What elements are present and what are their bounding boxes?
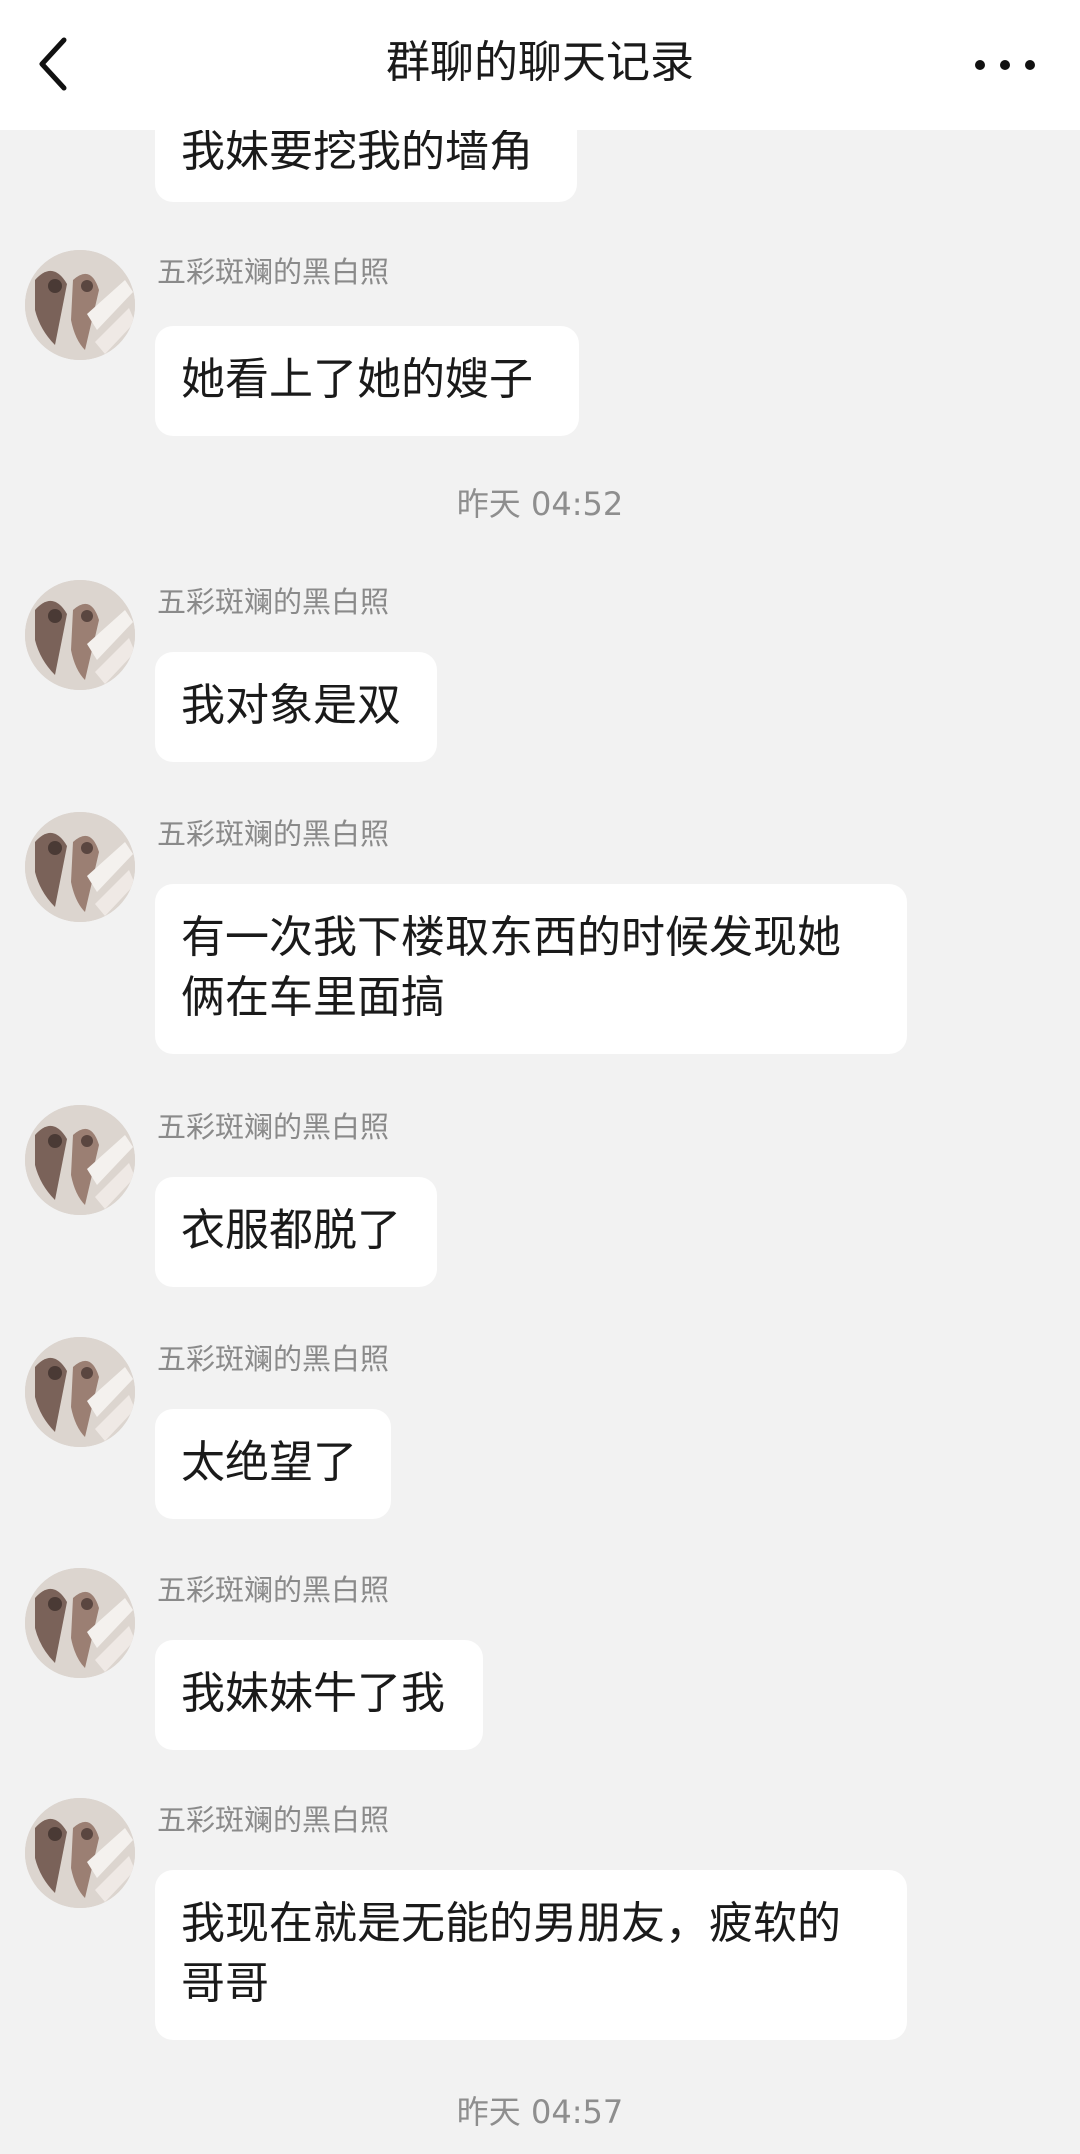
message-bubble[interactable]: 太绝望了	[155, 1409, 391, 1519]
message-bubble[interactable]: 有一次我下楼取东西的时候发现她俩在车里面搞	[155, 884, 907, 1054]
message-text: 我妹妹牛了我	[181, 1668, 445, 1719]
message-text: 有一次我下楼取东西的时候发现她俩在车里面搞	[181, 912, 841, 1023]
more-button[interactable]	[970, 45, 1040, 85]
avatar[interactable]	[25, 812, 135, 922]
avatar[interactable]	[25, 580, 135, 690]
message-text: 我现在就是无能的男朋友，疲软的哥哥	[181, 1898, 841, 2009]
message-text: 太绝望了	[181, 1437, 357, 1488]
message-bubble[interactable]: 她看上了她的嫂子	[155, 326, 579, 436]
timestamp: 昨天 04:57	[456, 2093, 624, 2131]
chat-message-list[interactable]: 我妹要挖我的墙角 五彩斑斓的黑白照 她看上了她的嫂子 昨天 04:52 五彩斑斓…	[0, 0, 1080, 2154]
message-text: 衣服都脱了	[181, 1205, 401, 1256]
page-title: 群聊的聊天记录	[386, 37, 694, 88]
sender-name: 五彩斑斓的黑白照	[157, 1110, 390, 1144]
message-bubble[interactable]: 我对象是双	[155, 652, 437, 762]
avatar[interactable]	[25, 250, 135, 360]
sender-name: 五彩斑斓的黑白照	[157, 1342, 390, 1376]
message-text: 我对象是双	[181, 680, 401, 731]
sender-name: 五彩斑斓的黑白照	[157, 585, 390, 619]
message-bubble[interactable]: 我现在就是无能的男朋友，疲软的哥哥	[155, 1870, 907, 2040]
sender-name: 五彩斑斓的黑白照	[157, 1803, 390, 1837]
sender-name: 五彩斑斓的黑白照	[157, 817, 390, 851]
avatar[interactable]	[25, 1798, 135, 1908]
timestamp: 昨天 04:52	[456, 485, 624, 523]
sender-name: 五彩斑斓的黑白照	[157, 255, 390, 289]
message-text: 她看上了她的嫂子	[181, 354, 533, 405]
message-bubble[interactable]: 我妹妹牛了我	[155, 1640, 483, 1750]
avatar[interactable]	[25, 1337, 135, 1447]
sender-name: 五彩斑斓的黑白照	[157, 1573, 390, 1607]
avatar[interactable]	[25, 1105, 135, 1215]
more-horizontal-icon	[975, 60, 1035, 70]
message-text: 我妹要挖我的墙角	[181, 126, 533, 177]
avatar[interactable]	[25, 1568, 135, 1678]
message-bubble[interactable]: 衣服都脱了	[155, 1177, 437, 1287]
top-navigation-bar: 群聊的聊天记录	[0, 0, 1080, 130]
